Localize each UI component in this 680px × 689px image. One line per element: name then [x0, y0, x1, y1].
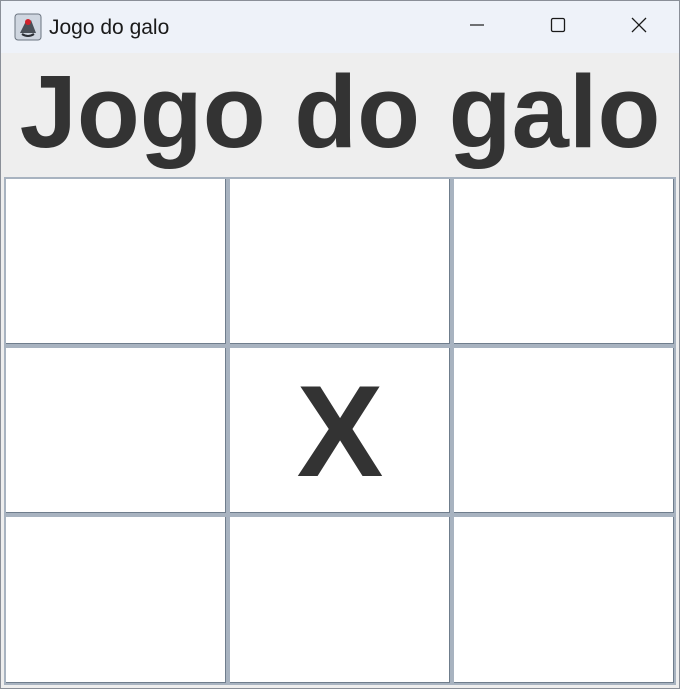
- header-panel: Jogo do galo: [1, 53, 679, 177]
- game-board: X: [4, 177, 676, 685]
- cell-r3-c2[interactable]: [228, 515, 452, 685]
- close-button[interactable]: [599, 1, 679, 53]
- cell-r2-c2[interactable]: X: [228, 346, 452, 515]
- cell-r1-c2[interactable]: [228, 177, 452, 346]
- game-window: Jogo do galo Jogo do galo X: [0, 0, 680, 689]
- cell-r3-c3[interactable]: [452, 515, 676, 685]
- window-title: Jogo do galo: [49, 16, 170, 39]
- maximize-button[interactable]: [518, 1, 598, 53]
- cell-r2-c3[interactable]: [452, 346, 676, 515]
- close-icon: [630, 16, 648, 39]
- game-title: Jogo do galo: [19, 54, 661, 169]
- cell-r3-c1[interactable]: [4, 515, 228, 685]
- cell-r1-c1[interactable]: [4, 177, 228, 346]
- minimize-button[interactable]: [437, 1, 517, 53]
- title-bar[interactable]: Jogo do galo: [1, 1, 679, 53]
- maximize-icon: [550, 17, 566, 38]
- cell-r1-c3[interactable]: [452, 177, 676, 346]
- minimize-icon: [469, 17, 485, 38]
- java-duke-icon[interactable]: [14, 13, 42, 41]
- cell-r2-c1[interactable]: [4, 346, 228, 515]
